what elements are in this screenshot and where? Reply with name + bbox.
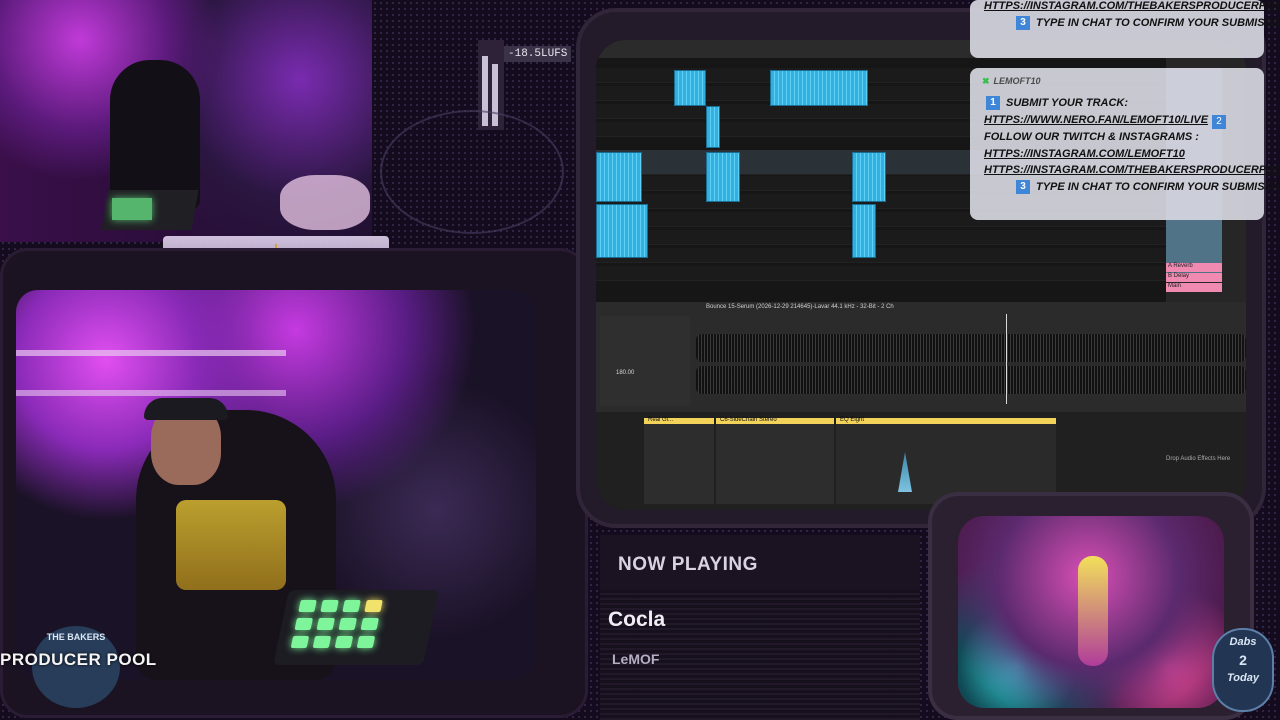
submit-link[interactable]: HTTPS://WWW.NERO.FAN/LEMOFT10/LIVE [984,114,1208,126]
drum-pad-controller [273,590,439,665]
audio-clip[interactable] [706,152,740,202]
instagram-bakers-link[interactable]: HTTPS://INSTAGRAM.COM/THEBAKERSPRODUCERP… [984,164,1280,176]
step-1-badge: 1 [986,96,1000,110]
check-icon: ✖ [982,76,990,86]
song-title: Cocla [608,608,666,631]
dabs-today-label: Today [1227,672,1259,684]
chat-card-main: ✖ LEMOFT10 1 SUBMIT YOUR TRACK: HTTPS://WW… [970,68,1280,220]
lufs-readout: -18.5LUFS [504,46,572,62]
streamer-cap [144,398,228,420]
dabs-label: Dabs [1229,636,1257,648]
tempo-value[interactable]: 180.00 [616,370,634,376]
dabs-counter: Dabs 2 Today [1212,628,1274,712]
audio-clip[interactable] [596,152,642,202]
webcam-top-left [0,0,372,242]
producer-pool-top-text: THE BAKERS [46,632,106,642]
circle-logo-decor [380,110,564,234]
step-1-text: SUBMIT YOUR TRACK: [1006,96,1129,109]
music-video-screen [958,516,1224,708]
waveform-left[interactable] [696,334,1246,362]
audio-clip[interactable] [706,106,720,148]
instagram-link[interactable]: HTTPS://INSTAGRAM.COM/THEBAKERSPRODUCERP… [984,0,1280,12]
audio-clip[interactable] [674,70,706,106]
audio-clip[interactable] [852,152,886,202]
waveform-right[interactable] [696,366,1246,394]
song-artist: LeMOF [612,651,660,667]
step-2-badge: 2 [1212,115,1226,129]
main-webcam [16,290,536,680]
drop-effects-hint: Drop Audio Effects Here [1166,456,1231,462]
now-playing-heading: NOW PLAYING [618,554,758,575]
clip-name: Bounce 15-Serum (2026-12-29 214645)-Lava… [706,304,894,310]
device-sidechain[interactable]: C6-SideChain Stereo [716,417,834,504]
shirt-graphic [176,500,286,590]
mixer-return-reverb[interactable]: A Reverb [1166,263,1222,272]
step-3-badge: 3 [1016,16,1030,30]
step-2-text: FOLLOW OUR TWITCH & INSTAGRAMS : [984,131,1199,143]
chat-card-top: HTTPS://INSTAGRAM.COM/THEBAKERSPRODUCERP… [970,0,1280,58]
audio-clip[interactable] [596,204,648,258]
dabs-count: 2 [1239,652,1247,668]
mixer-return-delay[interactable]: B Delay [1166,273,1222,282]
mixer-main[interactable]: Main [1166,283,1222,292]
audio-clip[interactable] [852,204,876,258]
producer-pool-text: PRODUCER POOL [0,650,157,669]
instagram-lemoft-link[interactable]: HTTPS://INSTAGRAM.COM/LEMOFT10 [984,148,1185,160]
device-real[interactable]: Real Gl... [644,417,714,504]
chat-username: LEMOFT10 [993,76,1041,86]
dancer-figure [1078,556,1108,666]
step-3-text: TYPE IN CHAT TO CONFIRM YOUR SUBMISSION [1036,180,1280,193]
clip-detail-view[interactable]: Bounce 15-Serum (2026-12-29 214645)-Lava… [596,302,1246,412]
step-3-badge: 3 [1016,180,1030,194]
step-3-text: TYPE IN CHAT TO CONFIRM YOUR SUBMISSION [1036,16,1280,29]
audio-clip[interactable] [770,70,868,106]
